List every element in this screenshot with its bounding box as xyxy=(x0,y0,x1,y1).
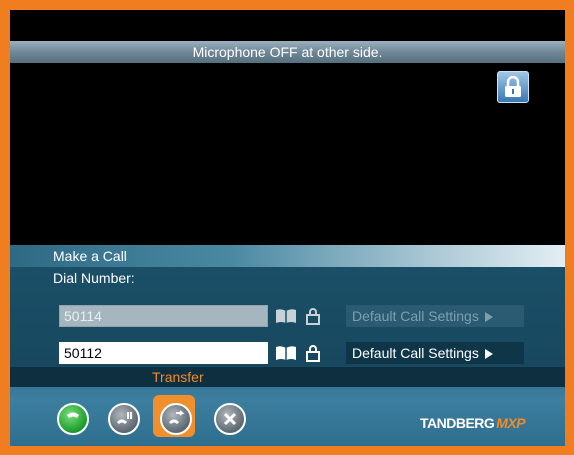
end-call-button[interactable] xyxy=(214,403,246,435)
dial-number-field-1[interactable] xyxy=(59,305,268,327)
brand-name: TANDBERG xyxy=(420,415,495,431)
lock-icon[interactable] xyxy=(497,71,529,103)
phonebook-icon[interactable] xyxy=(275,308,297,329)
brand-logo: TANDBERG MXP xyxy=(420,415,526,431)
lock-icon[interactable] xyxy=(306,344,320,367)
call-button[interactable] xyxy=(57,403,89,435)
transfer-button[interactable] xyxy=(160,403,192,435)
hold-button[interactable] xyxy=(108,403,140,435)
call-settings-button-1[interactable]: Default Call Settings xyxy=(346,305,524,327)
video-screen: Microphone OFF at other side. Make a Cal… xyxy=(10,10,565,446)
dial-panel: Make a Call Dial Number: Default Call Se… xyxy=(10,245,565,446)
notification-bar: Microphone OFF at other side. xyxy=(10,41,565,63)
brand-model: MXP xyxy=(496,415,526,431)
dial-number-field-2[interactable] xyxy=(59,342,268,364)
call-settings-label: Default Call Settings xyxy=(352,345,479,361)
phonebook-icon[interactable] xyxy=(275,345,297,366)
arrow-right-icon xyxy=(484,312,493,323)
arrow-right-icon xyxy=(484,349,493,360)
notification-text: Microphone OFF at other side. xyxy=(192,44,383,60)
lock-icon[interactable] xyxy=(306,307,320,330)
call-settings-label: Default Call Settings xyxy=(352,308,479,324)
dial-number-label: Dial Number: xyxy=(53,270,135,286)
section-title: Make a Call xyxy=(10,245,565,267)
action-bar-header xyxy=(10,367,565,387)
selected-action-label: Transfer xyxy=(152,369,204,385)
call-settings-button-2[interactable]: Default Call Settings xyxy=(346,342,524,364)
